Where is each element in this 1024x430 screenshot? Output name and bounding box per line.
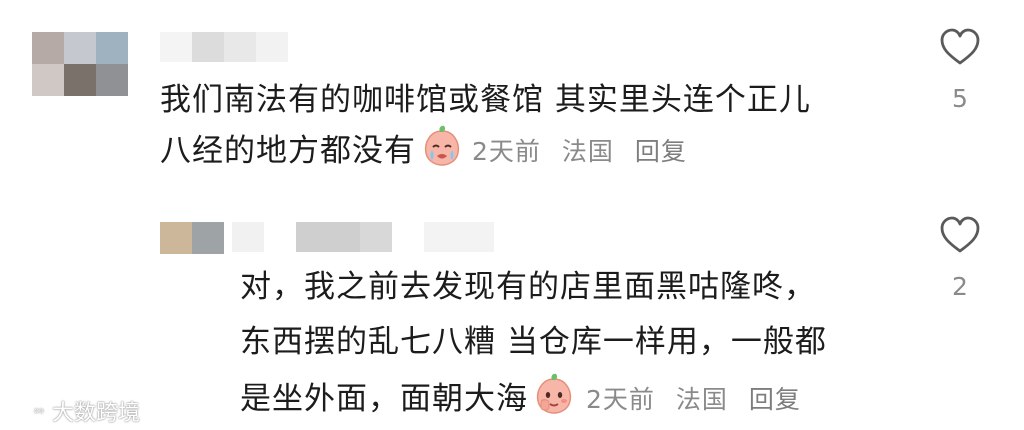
reply-button[interactable]: 回复 bbox=[749, 385, 801, 414]
watermark: oo 大数跨境 bbox=[8, 395, 140, 427]
like-count: 2 bbox=[952, 272, 968, 301]
weibo-logo-icon: oo bbox=[10, 402, 44, 423]
comment-text-line: 八经的地方都没有 2天前 法国 回复 bbox=[160, 123, 811, 180]
comment-text: 对，我之前去发现有的店里面黑咕隆咚， 东西摆的乱七八糟 当仓库一样用，一般都 是… bbox=[240, 265, 827, 428]
username[interactable] bbox=[160, 32, 288, 62]
svg-text:oo: oo bbox=[34, 406, 44, 415]
reply-button[interactable]: 回复 bbox=[635, 137, 687, 166]
comment-time: 2天前 bbox=[472, 137, 541, 166]
comment-text-line: 对，我之前去发现有的店里面黑咕隆咚， bbox=[240, 269, 816, 305]
heart-outline-icon[interactable] bbox=[939, 28, 981, 66]
crying-peach-emoji bbox=[420, 123, 464, 180]
watermark-text: 大数跨境 bbox=[52, 401, 141, 426]
like-count: 5 bbox=[952, 84, 968, 113]
comment-text-line: 我们南法有的咖啡馆或餐馆 其实里头连个正儿 bbox=[160, 82, 811, 118]
avatar[interactable] bbox=[160, 222, 224, 254]
like-button[interactable]: 5 bbox=[930, 28, 990, 113]
username[interactable] bbox=[232, 222, 494, 252]
comment-text-line: 东西摆的乱七八糟 当仓库一样用，一般都 bbox=[240, 324, 827, 360]
comment-text-fragment: 是坐外面，面朝大海 bbox=[240, 381, 528, 417]
avatar[interactable] bbox=[32, 32, 128, 96]
comment-text: 我们南法有的咖啡馆或餐馆 其实里头连个正儿 八经的地方都没有 2天前 法国 回复 bbox=[160, 78, 811, 180]
heart-outline-icon[interactable] bbox=[939, 216, 981, 254]
comment-meta: 2天前 法国 回复 bbox=[586, 377, 813, 422]
smirk-peach-emoji bbox=[532, 371, 576, 428]
comment-location: 法国 bbox=[675, 385, 728, 414]
comment-time: 2天前 bbox=[586, 385, 655, 414]
comment-meta: 2天前 法国 回复 bbox=[472, 129, 699, 174]
like-button[interactable]: 2 bbox=[930, 216, 990, 301]
comment-location: 法国 bbox=[561, 137, 614, 166]
comment-text-fragment: 八经的地方都没有 bbox=[160, 133, 416, 169]
comment-text-line: 是坐外面，面朝大海 2天前 法国 回复 bbox=[240, 371, 827, 428]
